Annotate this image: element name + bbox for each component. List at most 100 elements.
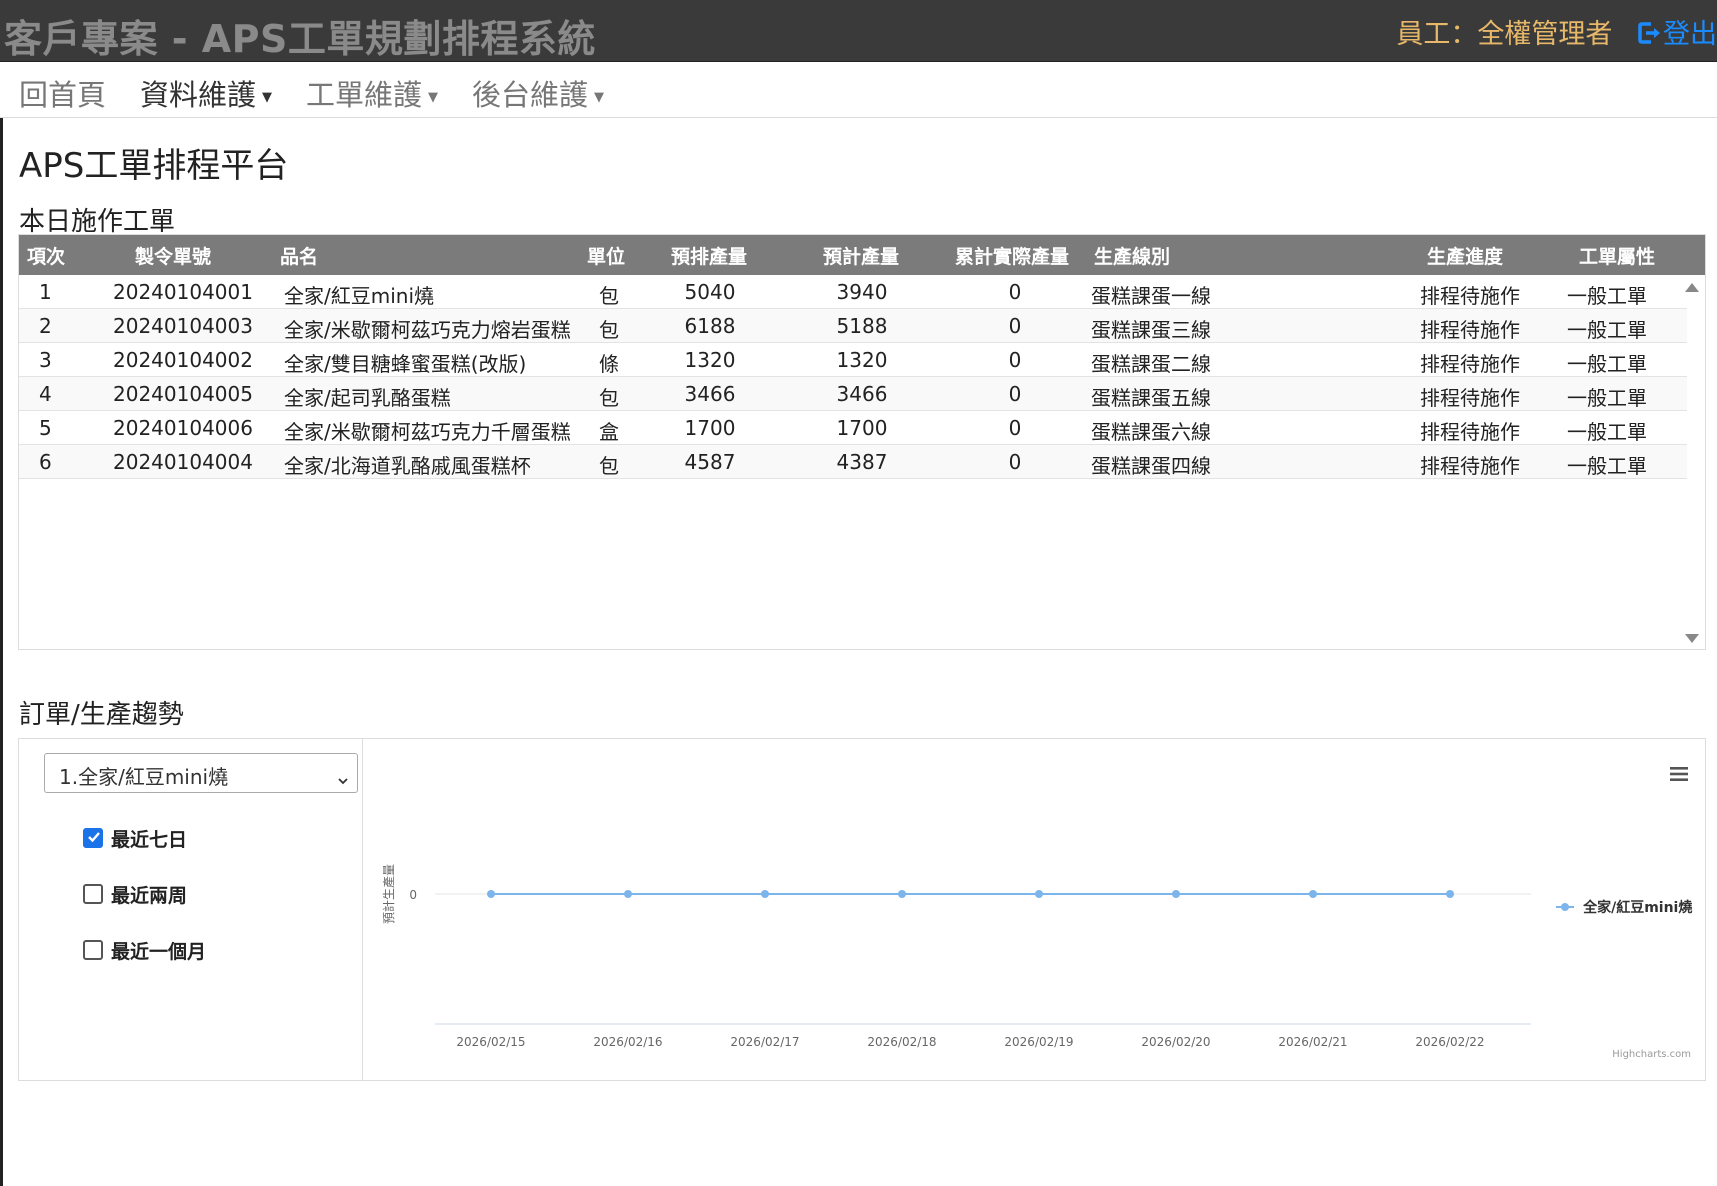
trend-chart: 0 預計生產量 2026/02/15 2026/02/16 2026/02/17 2026…	[381, 864, 1531, 1049]
table-row[interactable]: 6 20240104004 全家/北海道乳酪戚風蛋糕杯 包 4587 4387 0 蛋糕課蛋四…	[19, 445, 1687, 479]
table-cell: 一般工單	[1567, 420, 1647, 444]
range-checkbox-7days[interactable]	[83, 828, 103, 848]
nav-item-label: 回首頁	[19, 78, 107, 112]
scroll-up-arrow-icon[interactable]	[1685, 283, 1699, 292]
range-label: 最近兩周	[111, 885, 188, 907]
data-point[interactable]	[624, 890, 632, 898]
caret-down-icon: ▼	[262, 90, 273, 105]
table-row[interactable]: 4 20240104005 全家/起司乳酪蛋糕 包 3466 3466 0 蛋糕課蛋五線 排程待…	[19, 377, 1687, 411]
table-cell: 蛋糕課蛋四線	[1091, 454, 1211, 478]
data-point[interactable]	[1446, 890, 1454, 898]
table-cell: 盒	[599, 420, 619, 444]
table-cell: 排程待施作	[1420, 284, 1520, 308]
table-cell: 0	[1008, 348, 1022, 372]
table-cell: 全家/紅豆mini燒	[284, 284, 435, 308]
section-title-trend: 訂單/生產趨勢	[19, 700, 184, 730]
table-cell: 6	[39, 450, 52, 474]
nav-item-workorder-maintenance[interactable]: 工單維護 ▼	[306, 72, 438, 114]
table-cell: 2	[39, 314, 52, 338]
data-point[interactable]	[1035, 890, 1043, 898]
table-cell: 全家/起司乳酪蛋糕	[284, 386, 451, 410]
data-point[interactable]	[761, 890, 769, 898]
table-header: 項次 製令單號 品名 單位 預排產量 預計產量 累計實際產量 生產線別 生產進度…	[19, 235, 1705, 275]
table-cell: 0	[1008, 280, 1022, 304]
column-header: 工單屬性	[1579, 246, 1656, 268]
table-cell: 5	[39, 416, 52, 440]
table-cell: 20240104001	[113, 280, 253, 304]
table-cell: 0	[1008, 314, 1022, 338]
data-point[interactable]	[487, 890, 495, 898]
table-cell: 蛋糕課蛋六線	[1091, 420, 1211, 444]
x-tick-label: 2026/02/21	[1278, 1035, 1347, 1049]
column-header: 預排產量	[671, 246, 748, 268]
table-cell: 全家/雙目糖蜂蜜蛋糕(改版)	[284, 352, 527, 376]
workorder-table: 項次 製令單號 品名 單位 預排產量 預計產量 累計實際產量 生產線別 生產進度…	[18, 234, 1706, 650]
table-cell: 20240104004	[113, 450, 253, 474]
logout-icon	[1637, 20, 1663, 53]
range-checkbox-1month[interactable]	[83, 940, 103, 960]
user-label: 員工：全權管理者	[1396, 19, 1613, 50]
table-row[interactable]: 3 20240104002 全家/雙目糖蜂蜜蛋糕(改版) 條 1320 1320 0 蛋糕課蛋…	[19, 343, 1687, 377]
table-cell: 排程待施作	[1420, 420, 1520, 444]
table-cell: 1320	[836, 348, 888, 372]
nav-item-label: 後台維護	[472, 78, 589, 112]
data-point[interactable]	[1172, 890, 1180, 898]
table-row[interactable]: 1 20240104001 全家/紅豆mini燒 包 5040 3940 0 蛋糕課蛋一線 排程…	[19, 275, 1687, 309]
nav-item-home[interactable]: 回首頁	[19, 72, 106, 114]
chevron-down-icon	[337, 768, 349, 792]
chart-legend-item[interactable]: 全家/紅豆mini燒	[1556, 897, 1692, 917]
x-tick-label: 2026/02/15	[456, 1035, 525, 1049]
x-tick-label: 2026/02/20	[1141, 1035, 1210, 1049]
main-nav: 回首頁 資料維護 ▼ 工單維護 ▼ 後台維護 ▼	[0, 62, 1717, 118]
table-cell: 20240104003	[113, 314, 253, 338]
nav-item-admin-maintenance[interactable]: 後台維護 ▼	[472, 72, 604, 114]
app-title: 客戶專案 - APS工單規劃排程系統	[4, 17, 596, 61]
table-cell: 全家/米歇爾柯茲巧克力千層蛋糕	[284, 420, 571, 444]
x-tick-label: 2026/02/18	[867, 1035, 936, 1049]
logout-button[interactable]: 登出	[1637, 19, 1717, 50]
x-tick-label: 2026/02/17	[730, 1035, 799, 1049]
table-cell: 全家/米歇爾柯茲巧克力熔岩蛋糕	[284, 318, 571, 342]
table-row[interactable]: 2 20240104003 全家/米歇爾柯茲巧克力熔岩蛋糕 包 6188 5188 0 蛋糕課…	[19, 309, 1687, 343]
table-cell: 0	[1008, 416, 1022, 440]
column-header: 項次	[27, 246, 66, 268]
range-checkbox-2weeks[interactable]	[83, 884, 103, 904]
data-point[interactable]	[1309, 890, 1317, 898]
product-select-value: 1.全家/紅豆mini燒	[59, 765, 229, 789]
logout-label: 登出	[1663, 19, 1717, 50]
data-point[interactable]	[898, 890, 906, 898]
table-cell: 3	[39, 348, 52, 372]
chart-credits[interactable]: Highcharts.com	[1612, 1049, 1691, 1060]
trend-panel: 1.全家/紅豆mini燒 最近七日 最近兩周 最近一個月 0 預計生產量 2026/…	[18, 738, 1706, 1081]
product-select[interactable]: 1.全家/紅豆mini燒	[44, 753, 358, 793]
table-cell: 0	[1008, 382, 1022, 406]
column-header: 製令單號	[135, 246, 212, 268]
trend-controls: 1.全家/紅豆mini燒 最近七日 最近兩周 最近一個月	[19, 739, 363, 1080]
table-cell: 一般工單	[1567, 284, 1647, 308]
nav-item-data-maintenance[interactable]: 資料維護 ▼	[140, 72, 272, 114]
table-cell: 5040	[684, 280, 736, 304]
chart-menu-icon[interactable]	[1669, 766, 1689, 786]
legend-symbol-icon	[1556, 903, 1574, 911]
table-cell: 4387	[836, 450, 888, 474]
column-header: 單位	[587, 246, 626, 268]
table-cell: 排程待施作	[1420, 352, 1520, 376]
y-tick-label: 0	[409, 888, 417, 902]
y-axis-title: 預計生產量	[381, 864, 396, 924]
range-label: 最近一個月	[111, 941, 207, 963]
range-label: 最近七日	[111, 829, 188, 851]
caret-down-icon: ▼	[594, 90, 605, 105]
nav-item-label: 資料維護	[140, 78, 257, 112]
section-title-today: 本日施作工單	[19, 207, 176, 237]
column-header: 品名	[280, 246, 319, 268]
table-cell: 排程待施作	[1420, 454, 1520, 478]
scroll-down-arrow-icon[interactable]	[1685, 634, 1699, 643]
table-cell: 3466	[684, 382, 736, 406]
table-cell: 排程待施作	[1420, 386, 1520, 410]
table-cell: 蛋糕課蛋三線	[1091, 318, 1211, 342]
table-cell: 1700	[684, 416, 736, 440]
table-cell: 1	[39, 280, 52, 304]
table-cell: 蛋糕課蛋一線	[1091, 284, 1211, 308]
legend-label: 全家/紅豆mini燒	[1583, 900, 1693, 916]
table-row[interactable]: 5 20240104006 全家/米歇爾柯茲巧克力千層蛋糕 盒 1700 1700 0 蛋糕課…	[19, 411, 1687, 445]
